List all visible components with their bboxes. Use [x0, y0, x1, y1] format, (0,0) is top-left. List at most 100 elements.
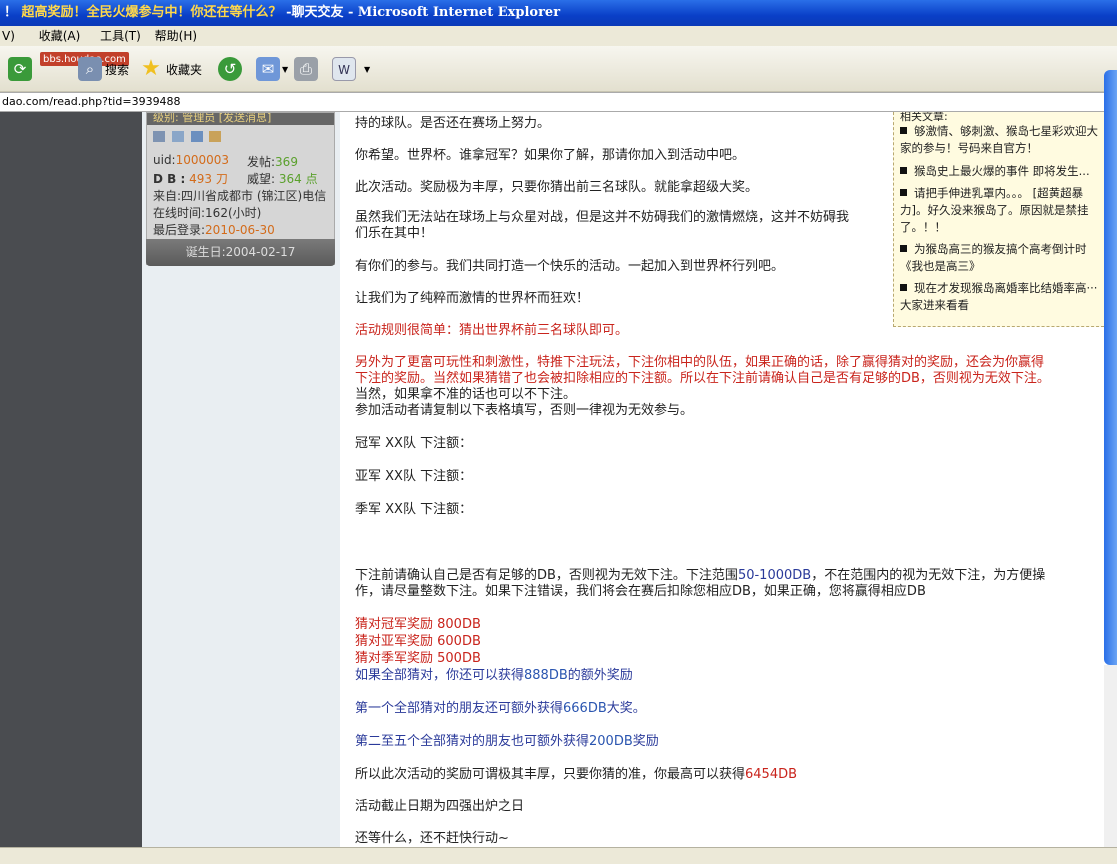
post-line: 作，请尽量整数下注。如果下注错误，我们将会在赛后扣除您相应DB，如果正确，您将赢…	[355, 584, 926, 599]
prestige-label: 威望:	[247, 172, 276, 186]
mail-dropdown-icon: ▼	[282, 64, 289, 74]
related-item[interactable]: 够激情、够刺激、猴岛七星彩欢迎大家的参与！号码来自官方！	[900, 123, 1100, 157]
bullet-icon	[900, 167, 907, 174]
post-line: 让我们为了纯粹而激情的世界杯而狂欢！	[355, 291, 590, 306]
related-item-link[interactable]: 请把手伸进乳罩内。。。 [超黄超暴力]。好久没来猴岛了。原因就是禁挂了。！！	[900, 186, 1089, 234]
reward-text: 的额外奖励	[567, 668, 633, 683]
toolbar: ⟳ bbs.houdao.com ⌕ 搜索 ★ 收藏夹 ↺ ✉ ▼ ⎙ W ▼	[0, 46, 1117, 92]
window-title-rest: -聊天交友 - Microsoft Internet Explorer	[286, 5, 561, 20]
reward-line: 如果全部猜对，你还可以获得888DB的额外奖励	[355, 668, 633, 685]
reward-value: 666DB	[563, 701, 607, 716]
post-rule: 下注的奖励。当然如果猜错了也会被扣除相应的下注额。所以在下注前请确认自己是否有足…	[355, 371, 1050, 386]
reward-value: 200DB	[589, 734, 633, 749]
menu-bar: V) 收藏(A) 工具(T) 帮助(H)	[0, 26, 1117, 46]
post-call-to-action: 还等什么，还不赶快行动~	[355, 831, 509, 846]
edit-icon: W	[332, 57, 356, 81]
profile-prestige: 威望: 364 点	[247, 170, 318, 187]
bullet-icon	[900, 189, 907, 196]
reward-text: 奖励	[632, 734, 659, 749]
post-line: 当然，如果拿不准的话也可以不下注。	[355, 387, 577, 402]
favorites-label: 收藏夹	[166, 62, 203, 77]
print-button[interactable]: ⎙	[294, 54, 318, 84]
post-line: 此次活动。奖励极为丰厚，只要你猜出前三名球队。就能拿超级大奖。	[355, 180, 759, 195]
add-friend-icon[interactable]	[190, 131, 203, 142]
post-line: 们乐在其中！	[355, 226, 434, 241]
bullet-icon	[900, 127, 907, 134]
db-label: D B :	[153, 172, 186, 186]
related-item-link[interactable]: 为猴岛高三的猴友搞个高考倒计时《我也是高三》	[900, 242, 1087, 273]
reward-line: 猜对季军奖励 500DB	[355, 651, 481, 666]
bullet-icon	[900, 284, 907, 291]
reward-value: 6454DB	[745, 767, 798, 782]
post-line: 虽然我们无法站在球场上与众星对战，但是这并不妨碍我们的激情燃烧，这并不妨碍我	[355, 210, 850, 225]
bet-text: ，不在范围内的视为无效下注，为方便操	[811, 568, 1046, 583]
bet-text: 下注前请确认自己是否有足够的DB，否则视为无效下注。下注范围	[355, 568, 738, 583]
reward-text: 所以此次活动的奖励可谓极其丰厚，只要你猜的准，你最高可以获得	[355, 767, 746, 782]
post-line: 持的球队。是否还在赛场上努力。	[355, 116, 551, 131]
menu-item-favorites[interactable]: 收藏(A)	[39, 29, 81, 43]
posts-label: 发帖:	[247, 155, 276, 169]
reward-text: 如果全部猜对，你还可以获得	[355, 668, 525, 683]
post-line: 有你们的参与。我们共同打造一个快乐的活动。一起加入到世界杯行列吧。	[355, 259, 785, 274]
message-icon[interactable]	[171, 131, 184, 142]
profile-posts: 发帖:369	[247, 153, 298, 170]
form-runner-up: 亚军 XX队 下注额：	[355, 469, 473, 484]
profile-birthday: 诞生日:2004-02-17	[146, 239, 335, 266]
address-url: dao.com/read.php?tid=3939488	[2, 95, 181, 108]
search-icon: ⌕	[78, 57, 102, 81]
refresh-button[interactable]: ⟳	[8, 54, 32, 84]
related-item[interactable]: 为猴岛高三的猴友搞个高考倒计时《我也是高三》	[900, 241, 1100, 275]
last-login-value: 2010-06-30	[205, 223, 275, 237]
related-item-link[interactable]: 够激情、够刺激、猴岛七星彩欢迎大家的参与！号码来自官方！	[900, 124, 1098, 155]
form-champion: 冠军 XX队 下注额：	[355, 436, 473, 451]
uid-label: uid:	[153, 153, 176, 167]
email-icon[interactable]	[209, 131, 222, 142]
post-rule: 活动规则很简单：猜出世界杯前三名球队即可。	[355, 323, 629, 338]
reward-text: 第二至五个全部猜对的朋友也可额外获得	[355, 734, 590, 749]
form-third: 季军 XX队 下注额：	[355, 502, 473, 517]
address-bar[interactable]: dao.com/read.php?tid=3939488	[0, 92, 1104, 112]
mail-icon: ✉	[256, 57, 280, 81]
menu-item-tools[interactable]: 工具(T)	[100, 29, 141, 43]
profile-action-icons	[153, 131, 222, 145]
search-button[interactable]: ⌕ 搜索	[78, 54, 129, 84]
related-item-link[interactable]: 猴岛史上最火爆的事件 即将发生...	[914, 164, 1090, 178]
favorites-button[interactable]: ★ 收藏夹	[140, 54, 202, 84]
history-button[interactable]: ↺	[218, 54, 242, 84]
reward-value: 888DB	[524, 668, 568, 683]
desktop-sidebar-widget[interactable]	[1104, 70, 1117, 665]
profile-level: 级别: 管理员 [发送消息]	[147, 113, 334, 125]
left-dark-panel	[0, 112, 142, 847]
bullet-icon	[900, 245, 907, 252]
profile-online-time: 在线时间:162(小时)	[153, 206, 262, 220]
related-item-link[interactable]: 现在才发现猴岛离婚率比结婚率高···大家进来看看	[900, 281, 1097, 312]
edit-dropdown-icon: ▼	[364, 64, 371, 74]
vertical-scrollbar[interactable]	[1104, 665, 1117, 847]
post-line: 你希望。世界杯。谁拿冠军？如果你了解，那请你加入到活动中吧。	[355, 148, 746, 163]
post-line: 参加活动者请复制以下表格填写，否则一律视为无效参与。	[355, 403, 694, 418]
status-bar	[0, 847, 1117, 864]
uid-value: 1000003	[175, 153, 230, 167]
related-item[interactable]: 猴岛史上最火爆的事件 即将发生...	[900, 163, 1100, 180]
reward-line: 第二至五个全部猜对的朋友也可额外获得200DB奖励	[355, 734, 659, 751]
menu-item-view[interactable]: V)	[2, 29, 15, 43]
refresh-icon: ⟳	[8, 57, 32, 81]
star-icon: ★	[141, 56, 161, 81]
related-item[interactable]: 请把手伸进乳罩内。。。 [超黄超暴力]。好久没来猴岛了。原因就是禁挂了。！！	[900, 185, 1100, 236]
post-line: 下注前请确认自己是否有足够的DB，否则视为无效下注。下注范围50-1000DB，…	[355, 568, 1045, 585]
posts-value: 369	[275, 155, 298, 169]
window-title-highlight: 超高奖励！全民火爆参与中！你还在等什么？	[21, 5, 282, 20]
profile-last-login: 最后登录:2010-06-30	[153, 221, 275, 238]
prestige-value: 364 点	[278, 172, 318, 186]
window-title-prefix: ！	[4, 5, 18, 20]
post-deadline: 活动截止日期为四强出炉之日	[355, 799, 525, 814]
db-value: 493 刀	[189, 172, 228, 186]
last-login-label: 最后登录:	[153, 223, 206, 237]
print-icon: ⎙	[294, 57, 318, 81]
related-item[interactable]: 现在才发现猴岛离婚率比结婚率高···大家进来看看	[900, 280, 1100, 314]
mail-button[interactable]: ✉ ▼	[256, 54, 288, 84]
menu-item-help[interactable]: 帮助(H)	[155, 29, 197, 43]
profile-from: 来自:四川省成都市 (锦江区)电信	[153, 189, 327, 203]
edit-button[interactable]: W ▼	[332, 54, 370, 84]
profile-icon[interactable]	[153, 131, 165, 142]
